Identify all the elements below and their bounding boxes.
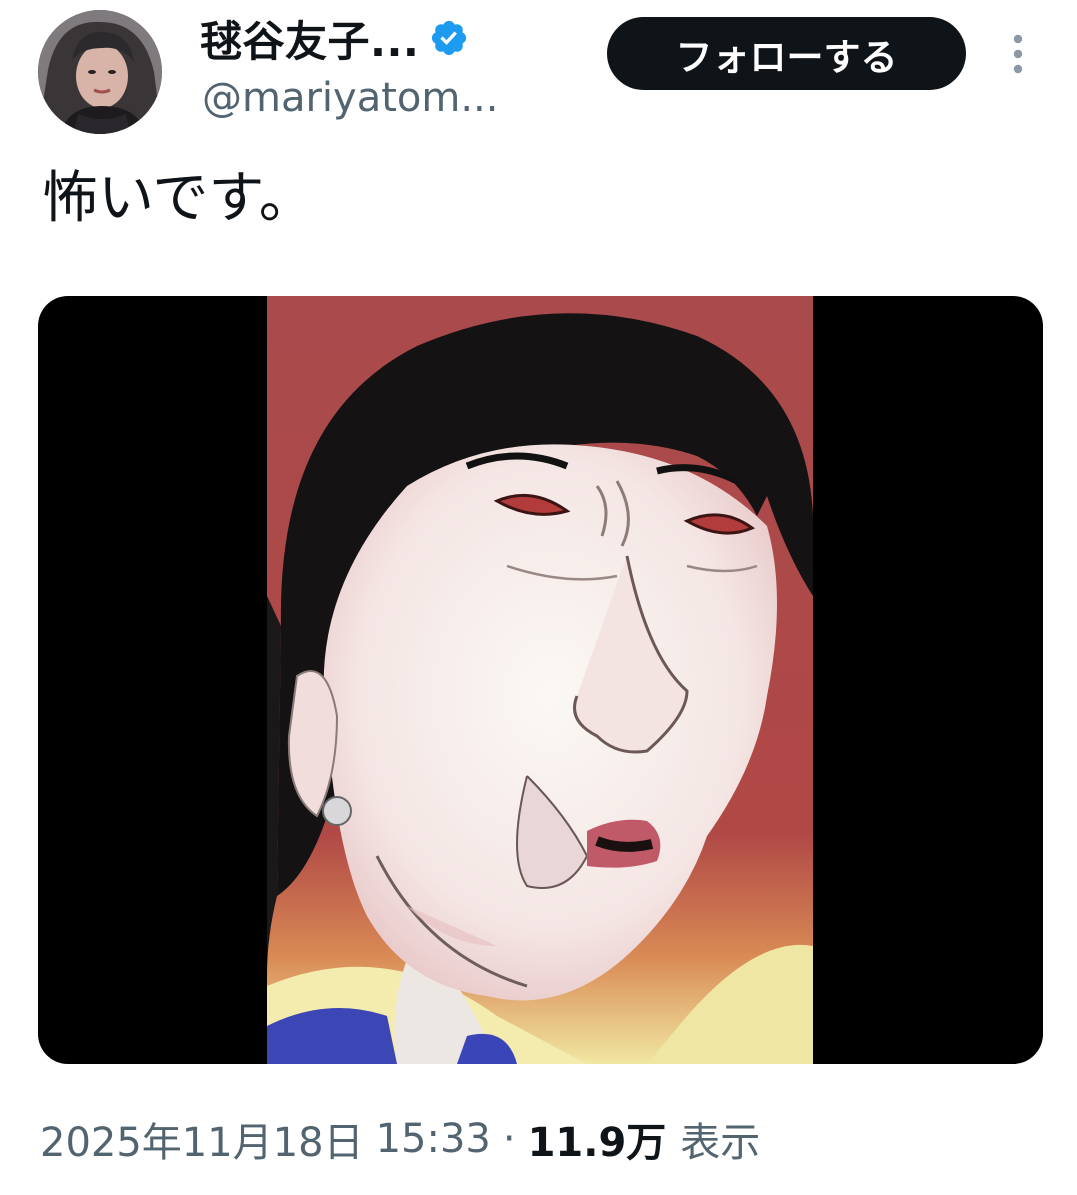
vertical-ellipsis-icon[interactable] xyxy=(998,28,1038,80)
tweet-media[interactable] xyxy=(38,296,1043,1064)
caricature-image[interactable] xyxy=(267,296,813,1064)
meta-separator: · xyxy=(502,1116,516,1162)
tweet-time[interactable]: 15:33 xyxy=(376,1116,491,1162)
author-name-text[interactable]: 毬谷友子... xyxy=(200,8,419,69)
verified-badge-icon[interactable] xyxy=(429,18,469,58)
author-handle[interactable]: @mariyatom... xyxy=(202,70,498,126)
views-label: 表示 xyxy=(680,1120,761,1166)
author-display-name[interactable]: 毬谷友子... xyxy=(200,8,469,68)
tweet-meta: 2025年11月18日 15:33 · 11.9万 表示 xyxy=(40,1106,760,1172)
views-count: 11.9万 xyxy=(527,1120,667,1166)
follow-button[interactable]: フォローする xyxy=(607,17,966,90)
tweet-text: 怖いです。 xyxy=(42,165,315,231)
tweet-date[interactable]: 2025年11月18日 xyxy=(40,1110,364,1168)
avatar[interactable] xyxy=(38,10,162,134)
